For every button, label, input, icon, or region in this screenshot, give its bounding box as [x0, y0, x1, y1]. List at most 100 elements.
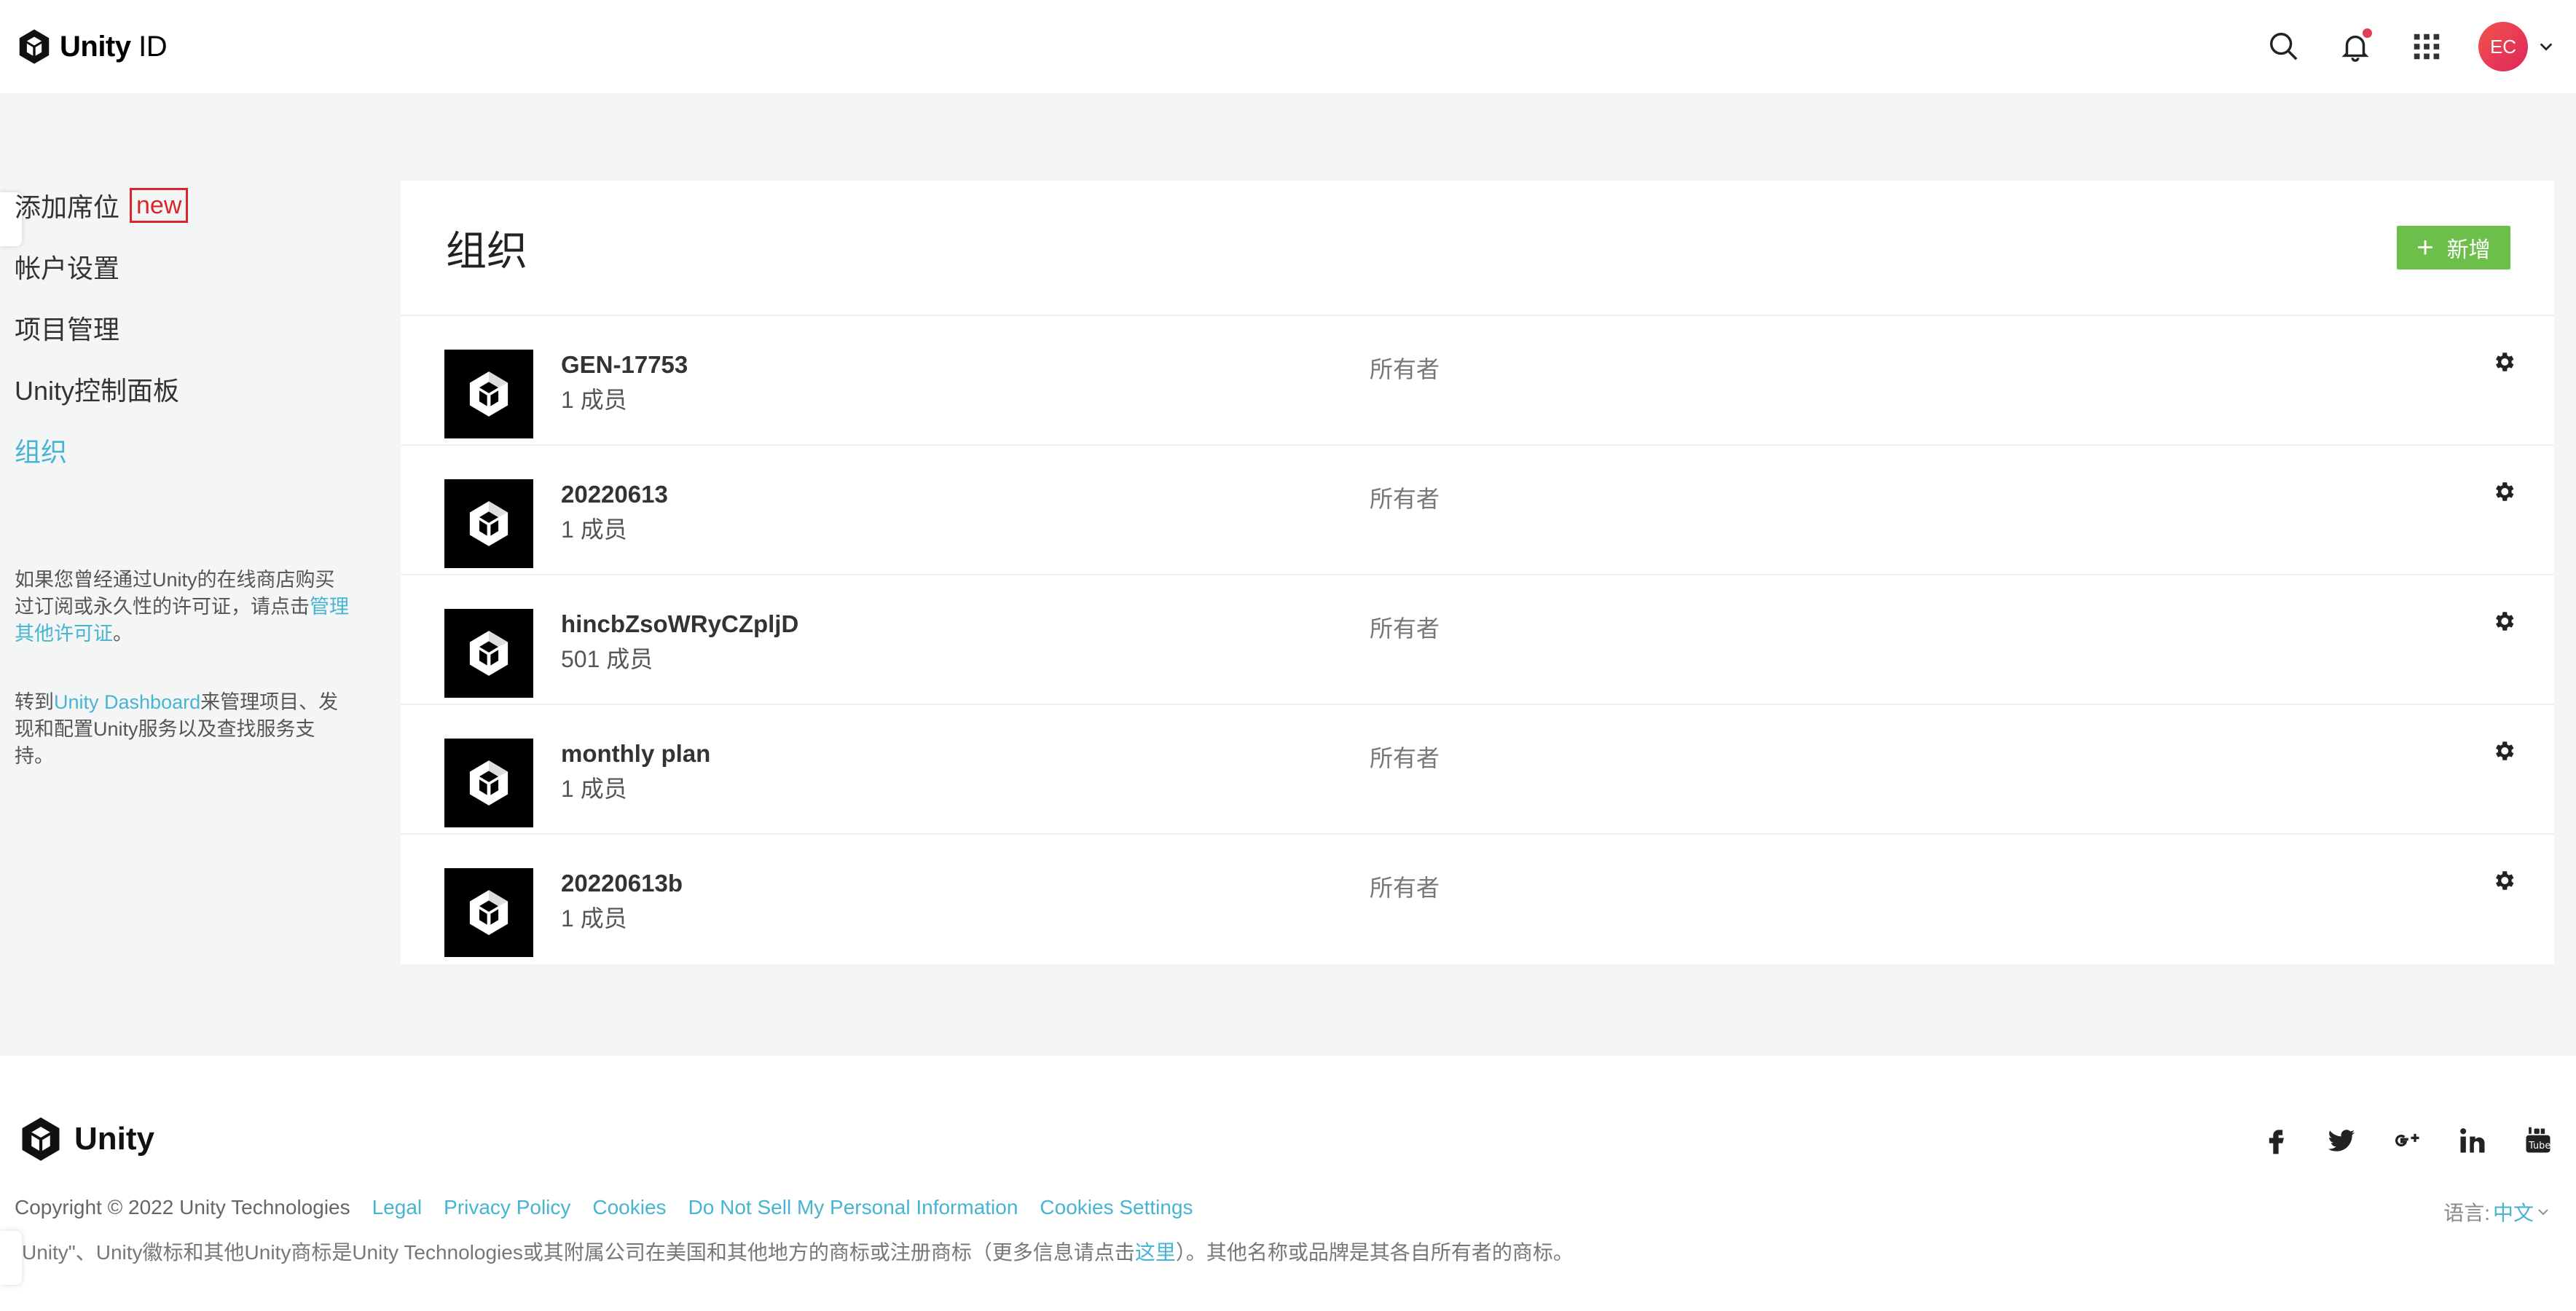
- youtube-icon[interactable]: Tube: [2522, 1125, 2554, 1157]
- sidebar-item-label: 帐户设置: [15, 253, 120, 283]
- linkedin-icon[interactable]: [2457, 1125, 2489, 1157]
- unity-cube-icon: [469, 501, 508, 546]
- user-menu[interactable]: EC: [2478, 22, 2554, 71]
- gear-icon[interactable]: [2491, 868, 2516, 893]
- role-label: 所有者: [1370, 615, 1440, 642]
- dashboard-note: 转到Unity Dashboard来管理项目、发现和配置Unity服务以及查找服…: [15, 689, 350, 770]
- table-row[interactable]: hincbZsoWRyCZpljD 501 成员 所有者: [401, 575, 2554, 705]
- organization-avatar: [444, 868, 533, 957]
- trademark-notice: Unity"、Unity徽标和其他Unity商标是Unity Technolog…: [22, 1237, 1574, 1266]
- organization-avatar: [444, 479, 533, 568]
- apps-grid-icon[interactable]: [2407, 27, 2446, 66]
- gear-icon[interactable]: [2491, 350, 2516, 374]
- gear-icon[interactable]: [2491, 739, 2516, 763]
- chevron-down-icon: [2538, 1209, 2548, 1216]
- brand[interactable]: Unity ID: [15, 27, 168, 66]
- sidebar-item-label: 项目管理: [15, 315, 120, 345]
- trademark-link[interactable]: 这里: [1135, 1241, 1176, 1264]
- header-actions: EC: [2264, 22, 2561, 71]
- role-label: 所有者: [1370, 745, 1440, 771]
- organization-avatar: [444, 350, 533, 438]
- role-label: 所有者: [1370, 356, 1440, 382]
- trademark-text-end: ）。其他名称或品牌是其各自所有者的商标。: [1175, 1241, 1574, 1264]
- sidebar-item-label: Unity控制面板: [15, 376, 180, 406]
- search-icon[interactable]: [2264, 27, 2304, 66]
- unity-cube-icon: [469, 760, 508, 806]
- card-header: 组织 + 新增: [401, 181, 2554, 316]
- twitter-icon[interactable]: [2325, 1125, 2357, 1157]
- member-count: 1 成员: [561, 905, 627, 932]
- bell-icon[interactable]: [2336, 27, 2375, 66]
- organization-list: GEN-17753 1 成员 所有者 20220613 1 成员 所有者 hin…: [401, 316, 2554, 964]
- avatar[interactable]: EC: [2478, 22, 2528, 71]
- member-count: 501 成员: [561, 646, 653, 672]
- brand-light: ID: [130, 30, 168, 63]
- table-row[interactable]: monthly plan 1 成员 所有者: [401, 705, 2554, 835]
- organization-name[interactable]: GEN-17753: [561, 351, 688, 379]
- add-organization-button[interactable]: + 新增: [2397, 226, 2510, 269]
- organizations-card: 组织 + 新增 GEN-17753 1 成员 所有者 20220613 1 成员…: [401, 181, 2554, 964]
- sidebar-item-label: 组织: [15, 437, 68, 467]
- plus-icon: +: [2416, 232, 2434, 264]
- page-title: 组织: [446, 227, 527, 274]
- unity-cube-icon: [469, 890, 508, 935]
- trademark-text: Unity"、Unity徽标和其他Unity商标是Unity Technolog…: [22, 1241, 1135, 1264]
- sidebar-item-organizations[interactable]: 组织: [15, 420, 350, 481]
- social-links: Tube: [2260, 1125, 2554, 1157]
- footer-links: Copyright © 2022 Unity Technologies Lega…: [15, 1196, 1193, 1219]
- organization-avatar: [444, 739, 533, 827]
- gear-icon[interactable]: [2491, 609, 2516, 634]
- language-value[interactable]: 中文: [2493, 1197, 2534, 1227]
- add-button-label: 新增: [2446, 238, 2491, 262]
- legal-link[interactable]: Legal: [372, 1196, 423, 1219]
- unity-logo-icon: [19, 29, 50, 64]
- member-count: 1 成员: [561, 387, 627, 413]
- cookies-settings-link[interactable]: Cookies Settings: [1040, 1196, 1193, 1219]
- organization-name[interactable]: hincbZsoWRyCZpljD: [561, 610, 798, 638]
- unity-logo-icon: [22, 1117, 60, 1161]
- privacy-policy-link[interactable]: Privacy Policy: [444, 1196, 570, 1219]
- top-header: Unity ID EC: [0, 0, 2576, 93]
- do-not-sell-link[interactable]: Do Not Sell My Personal Information: [688, 1196, 1018, 1219]
- facebook-icon[interactable]: [2260, 1125, 2292, 1157]
- unity-cube-icon: [469, 371, 508, 417]
- unity-dashboard-link[interactable]: Unity Dashboard: [54, 691, 200, 713]
- side-tab-handle[interactable]: [0, 1231, 22, 1285]
- sidebar-item-add-seats[interactable]: 添加席位 new: [15, 175, 350, 236]
- new-badge: new: [130, 188, 189, 223]
- svg-text:Tube: Tube: [2528, 1141, 2551, 1151]
- chevron-down-icon[interactable]: [2538, 39, 2554, 55]
- footer-brand-text: Unity: [74, 1121, 154, 1157]
- license-note: 如果您曾经通过Unity的在线商店购买过订阅或永久性的许可证，请点击管理其他许可…: [15, 567, 350, 647]
- cookies-link[interactable]: Cookies: [592, 1196, 666, 1219]
- sidebar-item-label: 添加席位: [15, 192, 120, 222]
- license-note-end: 。: [113, 623, 133, 645]
- member-count: 1 成员: [561, 516, 627, 543]
- gear-icon[interactable]: [2491, 479, 2516, 504]
- copyright: Copyright © 2022 Unity Technologies: [15, 1196, 350, 1219]
- role-label: 所有者: [1370, 486, 1440, 512]
- sidebar: 添加席位 new 帐户设置 项目管理 Unity控制面板 组织 如果您曾经通过U…: [15, 175, 350, 767]
- footer: Unity Tube Copyright © 2022 Unity Techno…: [0, 1056, 2576, 1311]
- google-plus-icon[interactable]: [2391, 1125, 2423, 1157]
- table-row[interactable]: GEN-17753 1 成员 所有者: [401, 316, 2554, 446]
- organization-name[interactable]: monthly plan: [561, 740, 710, 768]
- unity-cube-icon: [469, 631, 508, 676]
- sidebar-item-account-settings[interactable]: 帐户设置: [15, 236, 350, 297]
- dashboard-note-text: 转到: [15, 691, 54, 713]
- brand-bold: Unity: [60, 30, 131, 63]
- organization-name[interactable]: 20220613: [561, 481, 668, 508]
- table-row[interactable]: 20220613 1 成员 所有者: [401, 446, 2554, 575]
- footer-brand[interactable]: Unity: [16, 1114, 154, 1164]
- member-count: 1 成员: [561, 776, 627, 802]
- organization-name[interactable]: 20220613b: [561, 870, 683, 897]
- sidebar-item-dashboard[interactable]: Unity控制面板: [15, 358, 350, 420]
- organization-avatar: [444, 609, 533, 698]
- notification-dot: [2363, 28, 2372, 38]
- language-selector[interactable]: 语言: 中文: [2443, 1197, 2550, 1227]
- license-note-text: 如果您曾经通过Unity的在线商店购买过订阅或永久性的许可证，请点击: [15, 569, 335, 618]
- table-row[interactable]: 20220613b 1 成员 所有者: [401, 835, 2554, 964]
- sidebar-item-projects[interactable]: 项目管理: [15, 297, 350, 358]
- role-label: 所有者: [1370, 875, 1440, 901]
- language-label: 语言:: [2443, 1202, 2490, 1224]
